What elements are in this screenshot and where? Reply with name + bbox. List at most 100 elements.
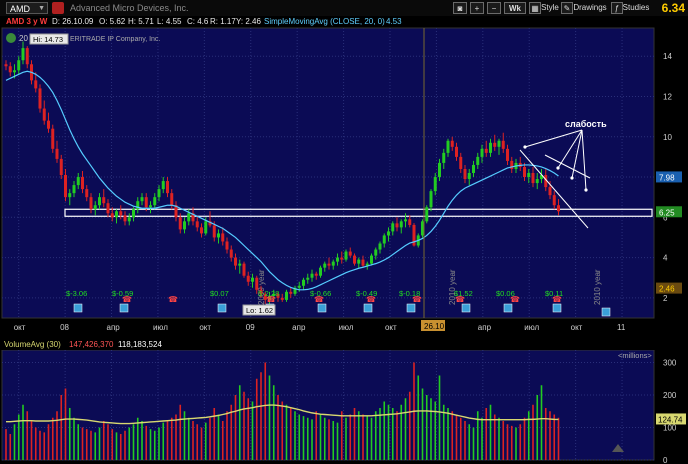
candle-body xyxy=(59,158,63,176)
arrowhead-icon xyxy=(584,188,588,192)
candle-body xyxy=(442,152,446,163)
candle-body xyxy=(489,142,492,153)
earnings-label: $-0.49 xyxy=(356,289,377,298)
time-axis-tick: окт xyxy=(385,323,397,332)
earnings-icon xyxy=(503,303,513,313)
candle-body xyxy=(472,164,475,173)
candle-body xyxy=(64,175,67,198)
earnings-label: $-0.18 xyxy=(399,289,420,298)
time-axis-tick: окт xyxy=(199,323,211,332)
candle-body xyxy=(34,80,38,89)
arrowhead-icon xyxy=(570,176,574,180)
candle-body xyxy=(336,257,339,262)
candle-body xyxy=(353,255,356,264)
candle-body xyxy=(476,156,480,165)
volume-axis-tick: 0 xyxy=(663,456,668,464)
candle-body xyxy=(200,227,203,234)
candle-body xyxy=(106,203,110,214)
candle-body xyxy=(187,213,191,222)
candle-body xyxy=(552,195,556,206)
volume-value-1: 147,426,370 xyxy=(69,340,114,349)
candle-body xyxy=(331,261,335,266)
volume-flag-label: 124.74 xyxy=(658,415,683,424)
year-marker: 2010 year xyxy=(593,269,602,305)
candle-body xyxy=(234,257,237,266)
candle-body xyxy=(255,277,259,290)
candle-body xyxy=(119,211,123,216)
candle-body xyxy=(140,197,144,202)
candle-body xyxy=(89,197,93,210)
earnings-icon xyxy=(461,303,471,313)
candle-body xyxy=(68,193,72,198)
candle-body xyxy=(4,64,8,67)
earnings-label: $-0.66 xyxy=(310,289,331,298)
volume-header: VolumeAvg (30) 147,426,370 118,183,524 xyxy=(0,339,688,350)
price-axis-tick: 10 xyxy=(663,133,672,142)
earnings-icon xyxy=(363,303,373,313)
low-marker-label: Lo: 1.62 xyxy=(246,306,273,315)
candle-body xyxy=(319,267,322,276)
candle-body xyxy=(246,275,250,282)
time-axis-tick: окт xyxy=(571,323,583,332)
time-axis-tick: окт xyxy=(14,323,26,332)
last-price-flag: 6.25 xyxy=(659,208,675,217)
candle-body xyxy=(467,173,471,180)
candle-body xyxy=(302,279,305,286)
earnings-label: $1.52 xyxy=(454,289,473,298)
candle-body xyxy=(450,140,454,147)
candle-body xyxy=(115,211,118,218)
candle-body xyxy=(382,235,386,244)
candle-body xyxy=(323,263,327,268)
candle-body xyxy=(127,217,131,222)
volume-study-label: VolumeAvg (30) xyxy=(4,340,61,349)
price-axis-tick: 4 xyxy=(663,254,668,263)
volume-axis-tick: 200 xyxy=(663,391,677,400)
earnings-label: $-2.28 xyxy=(258,289,279,298)
time-axis-tick: 09 xyxy=(246,323,255,332)
candle-body xyxy=(38,88,42,109)
candle-body xyxy=(170,193,174,206)
time-axis-tick: июл xyxy=(339,323,354,332)
candle-body xyxy=(161,181,165,190)
candle-body xyxy=(459,156,463,169)
candle-body xyxy=(527,173,531,178)
candle-body xyxy=(446,140,450,153)
candle-body xyxy=(42,108,46,121)
candle-body xyxy=(493,142,497,147)
candle-body xyxy=(72,185,76,194)
candle-body xyxy=(357,259,361,264)
candle-body xyxy=(251,277,254,282)
candle-body xyxy=(157,189,161,198)
price-panel-background xyxy=(1,27,655,319)
candle-body xyxy=(327,263,331,266)
candle-body xyxy=(123,215,127,222)
candle-body xyxy=(285,291,288,300)
price-axis-tick: 12 xyxy=(663,92,672,101)
volume-axis-tick: 100 xyxy=(663,424,677,433)
candle-body xyxy=(25,48,29,65)
candle-body xyxy=(102,197,106,204)
price-axis-tick: 2 xyxy=(663,294,668,303)
candle-body xyxy=(183,221,186,230)
candle-body xyxy=(361,259,365,266)
candle-body xyxy=(166,181,169,194)
high-marker-label: Hi: 14.73 xyxy=(33,35,63,44)
candle-body xyxy=(523,166,526,178)
earnings-label: $0.11 xyxy=(545,289,563,298)
time-axis-tick: июл xyxy=(524,323,539,332)
candle-body xyxy=(242,263,246,276)
candle-body xyxy=(289,291,293,294)
earnings-icon xyxy=(406,303,416,313)
candle-body xyxy=(395,223,399,228)
candle-body xyxy=(535,179,539,184)
candle-body xyxy=(98,197,101,206)
price-axis-tick: 14 xyxy=(663,52,672,61)
copyright-text: ERITRADE IP Company, Inc. xyxy=(70,36,160,43)
volume-axis-tick: 300 xyxy=(663,359,677,368)
candle-body xyxy=(221,233,225,242)
candle-body xyxy=(378,243,382,250)
candle-body xyxy=(429,191,433,208)
copyright-year: 20 xyxy=(19,34,28,43)
price-chart[interactable]: 2468101214окт08априюлокт09априюлокт10апр… xyxy=(0,0,688,464)
candle-body xyxy=(344,251,348,260)
